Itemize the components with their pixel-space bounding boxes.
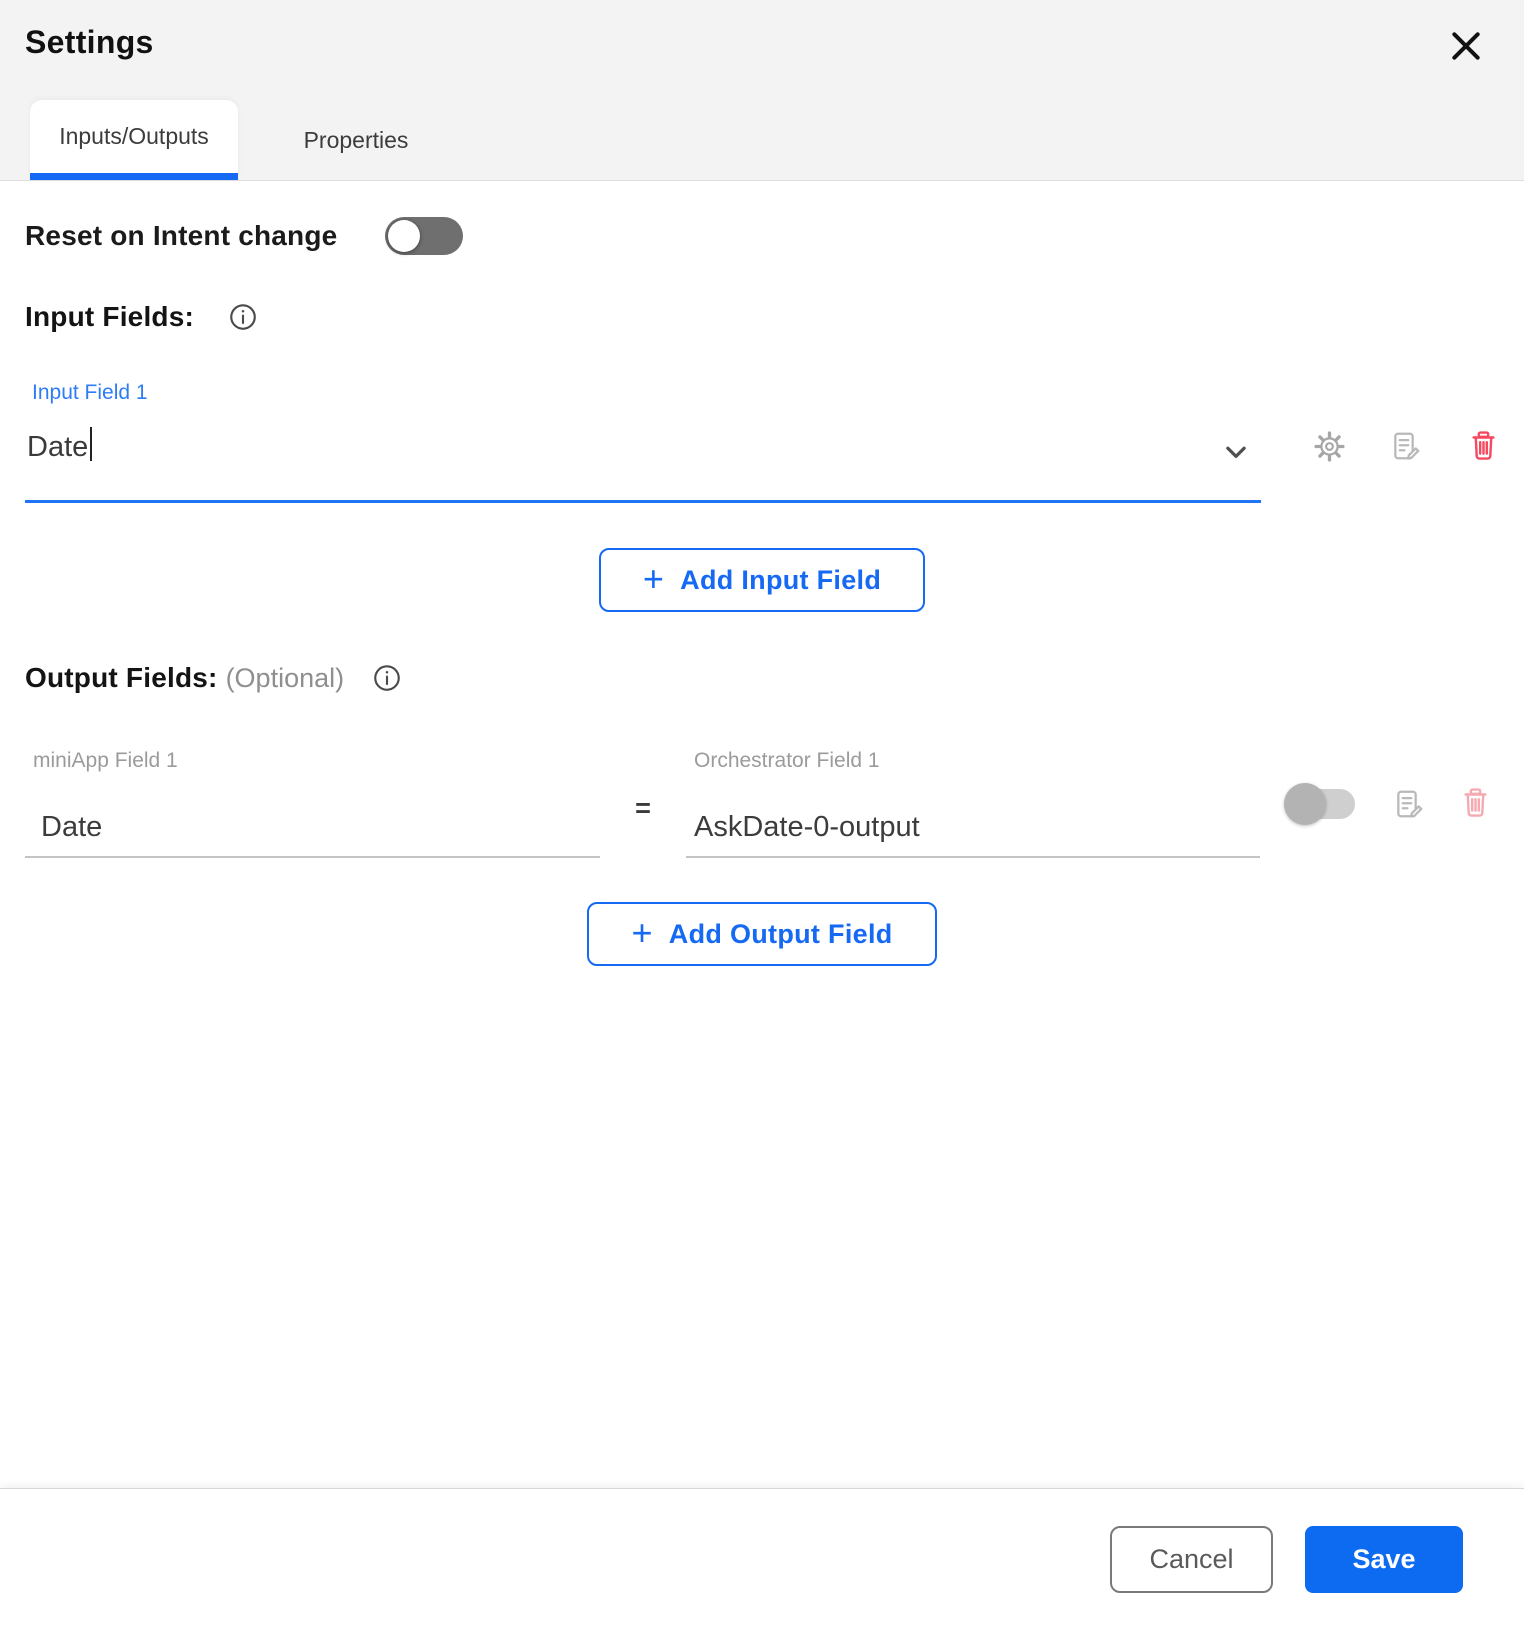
info-icon <box>228 302 258 332</box>
input-field-delete-button[interactable] <box>1467 429 1499 463</box>
close-icon <box>1446 26 1486 66</box>
equals-sign: = <box>635 793 651 823</box>
trash-icon <box>1468 430 1499 463</box>
chevron-down-icon <box>1221 437 1251 467</box>
miniapp-field-label: miniApp Field 1 <box>33 749 178 772</box>
output-fields-section-header: Output Fields: (Optional) <box>25 662 1499 694</box>
info-icon <box>372 663 402 693</box>
settings-modal: Settings Inputs/Outputs Properties Reset… <box>0 0 1524 1630</box>
tab-inputs-outputs-label: Inputs/Outputs <box>59 123 209 149</box>
add-input-field-label: Add Input Field <box>680 564 882 595</box>
input-field-row: Date <box>25 405 1499 503</box>
miniapp-field-value[interactable]: Date <box>25 811 600 844</box>
close-button[interactable] <box>1444 24 1488 68</box>
input-field-select[interactable]: Date <box>25 405 1261 503</box>
orchestrator-field-label: Orchestrator Field 1 <box>694 749 880 772</box>
output-fields-info-button[interactable] <box>372 663 402 693</box>
input-field-actions <box>1313 429 1499 463</box>
tab-bar: Inputs/Outputs Properties <box>30 100 474 180</box>
input-fields-heading: Input Fields: <box>25 301 195 332</box>
plus-icon: + <box>642 557 665 599</box>
tab-properties[interactable]: Properties <box>238 100 474 180</box>
input-field-edit-note-button[interactable] <box>1390 429 1422 463</box>
cancel-button[interactable]: Cancel <box>1110 1526 1273 1593</box>
orchestrator-field-column: Orchestrator Field 1 AskDate-0-output <box>686 749 1260 858</box>
add-output-field-label: Add Output Field <box>668 918 893 949</box>
output-row-actions <box>1284 782 1491 826</box>
output-row-toggle[interactable] <box>1284 782 1359 826</box>
save-button[interactable]: Save <box>1305 1526 1463 1593</box>
text-caret <box>90 427 93 461</box>
output-row-delete-button[interactable] <box>1459 787 1491 821</box>
note-edit-icon <box>1390 430 1422 462</box>
output-row-edit-note-button[interactable] <box>1393 787 1425 821</box>
trash-icon <box>1460 787 1491 820</box>
input-field-dropdown-button[interactable] <box>1221 437 1251 467</box>
toggle-knob <box>388 220 421 252</box>
miniapp-field-column: miniApp Field 1 Date <box>25 749 600 858</box>
gear-icon <box>1313 430 1345 462</box>
reset-on-intent-toggle[interactable] <box>385 217 464 255</box>
input-field-settings-button[interactable] <box>1313 429 1345 463</box>
input-fields-info-button[interactable] <box>228 302 258 332</box>
output-fields-heading: Output Fields: <box>25 662 218 693</box>
orchestrator-field-value[interactable]: AskDate-0-output <box>686 811 1260 844</box>
modal-footer: Cancel Save <box>0 1488 1524 1630</box>
tab-inputs-outputs[interactable]: Inputs/Outputs <box>30 100 238 180</box>
add-output-row: + Add Output Field <box>25 902 1499 966</box>
modal-header: Settings Inputs/Outputs Properties <box>0 0 1524 181</box>
output-fields-optional-label: (Optional) <box>225 662 345 693</box>
tab-properties-label: Properties <box>303 126 409 153</box>
add-input-field-button[interactable]: + Add Input Field <box>598 548 926 612</box>
page-title: Settings <box>25 24 154 60</box>
add-output-field-button[interactable]: + Add Output Field <box>587 902 937 966</box>
plus-icon: + <box>631 911 653 953</box>
toggle-knob <box>1284 782 1326 825</box>
input-fields-section-header: Input Fields: <box>25 301 1499 333</box>
input-field-value: Date <box>27 427 93 464</box>
reset-on-intent-label: Reset on Intent change <box>25 220 338 251</box>
input-field-label: Input Field 1 <box>32 381 148 404</box>
modal-content: Reset on Intent change Input Fields: Inp <box>0 217 1524 966</box>
output-mapping-row: miniApp Field 1 Date = Orchestrator Fiel… <box>25 749 1499 858</box>
add-input-row: + Add Input Field <box>25 548 1499 612</box>
input-field-block: Input Field 1 Date <box>25 381 1499 503</box>
reset-on-intent-row: Reset on Intent change <box>25 217 1499 255</box>
note-edit-icon <box>1393 788 1425 820</box>
